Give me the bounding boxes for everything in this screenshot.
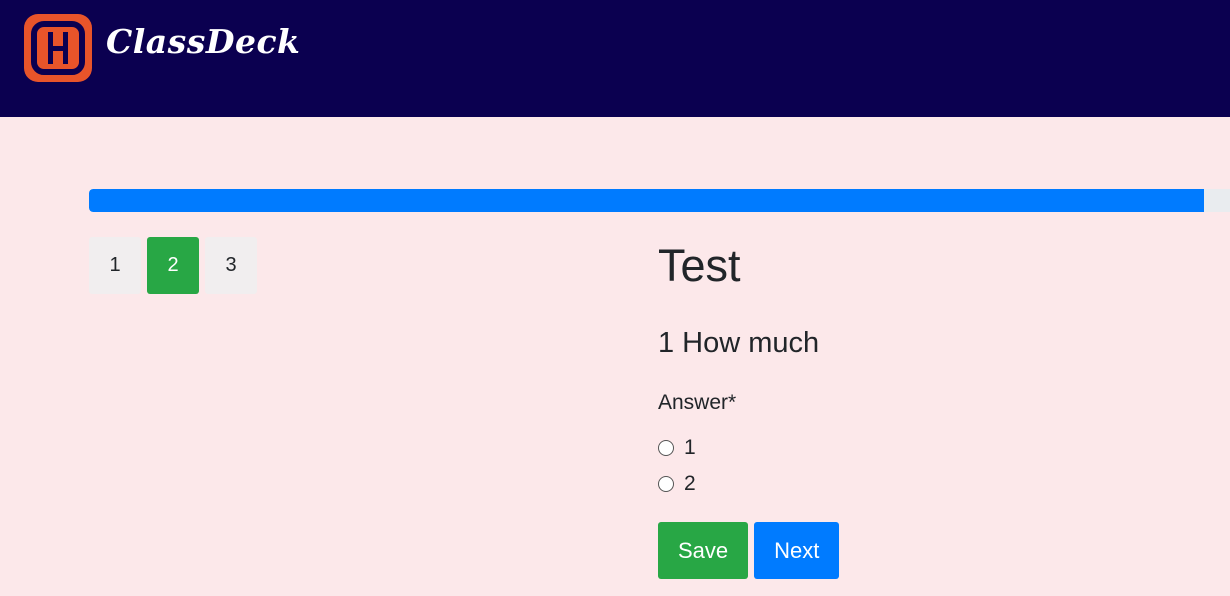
- next-button[interactable]: Next: [754, 522, 840, 579]
- question-pagination: 1 2 3: [89, 237, 263, 294]
- option-1-label: 1: [684, 436, 696, 459]
- form-actions: Save Next: [658, 522, 1218, 579]
- brand-name[interactable]: ClassDeck: [106, 22, 300, 61]
- radio-unchecked-icon[interactable]: [658, 440, 674, 456]
- page-button-1[interactable]: 1: [89, 237, 141, 294]
- option-1[interactable]: 1: [658, 430, 1218, 466]
- progress-bar: [89, 189, 1230, 212]
- page-button-2[interactable]: 2: [147, 237, 199, 294]
- progress-bar-fill: [89, 189, 1204, 212]
- radio-unchecked-icon[interactable]: [658, 476, 674, 492]
- option-2[interactable]: 2: [658, 466, 1218, 502]
- question-text: 1 How much: [658, 327, 820, 359]
- option-2-label: 2: [684, 472, 696, 495]
- quiz-content: Test 1 How much Answer* 1 2 Save Next: [658, 240, 1218, 579]
- answer-label: Answer*: [658, 391, 737, 414]
- page-title: Test: [658, 240, 741, 291]
- classdeck-logo-icon[interactable]: [24, 14, 92, 82]
- save-button[interactable]: Save: [658, 522, 749, 579]
- navbar: ClassDeck: [0, 0, 1230, 117]
- answer-options: 1 2: [658, 430, 1218, 502]
- page-button-3[interactable]: 3: [205, 237, 257, 294]
